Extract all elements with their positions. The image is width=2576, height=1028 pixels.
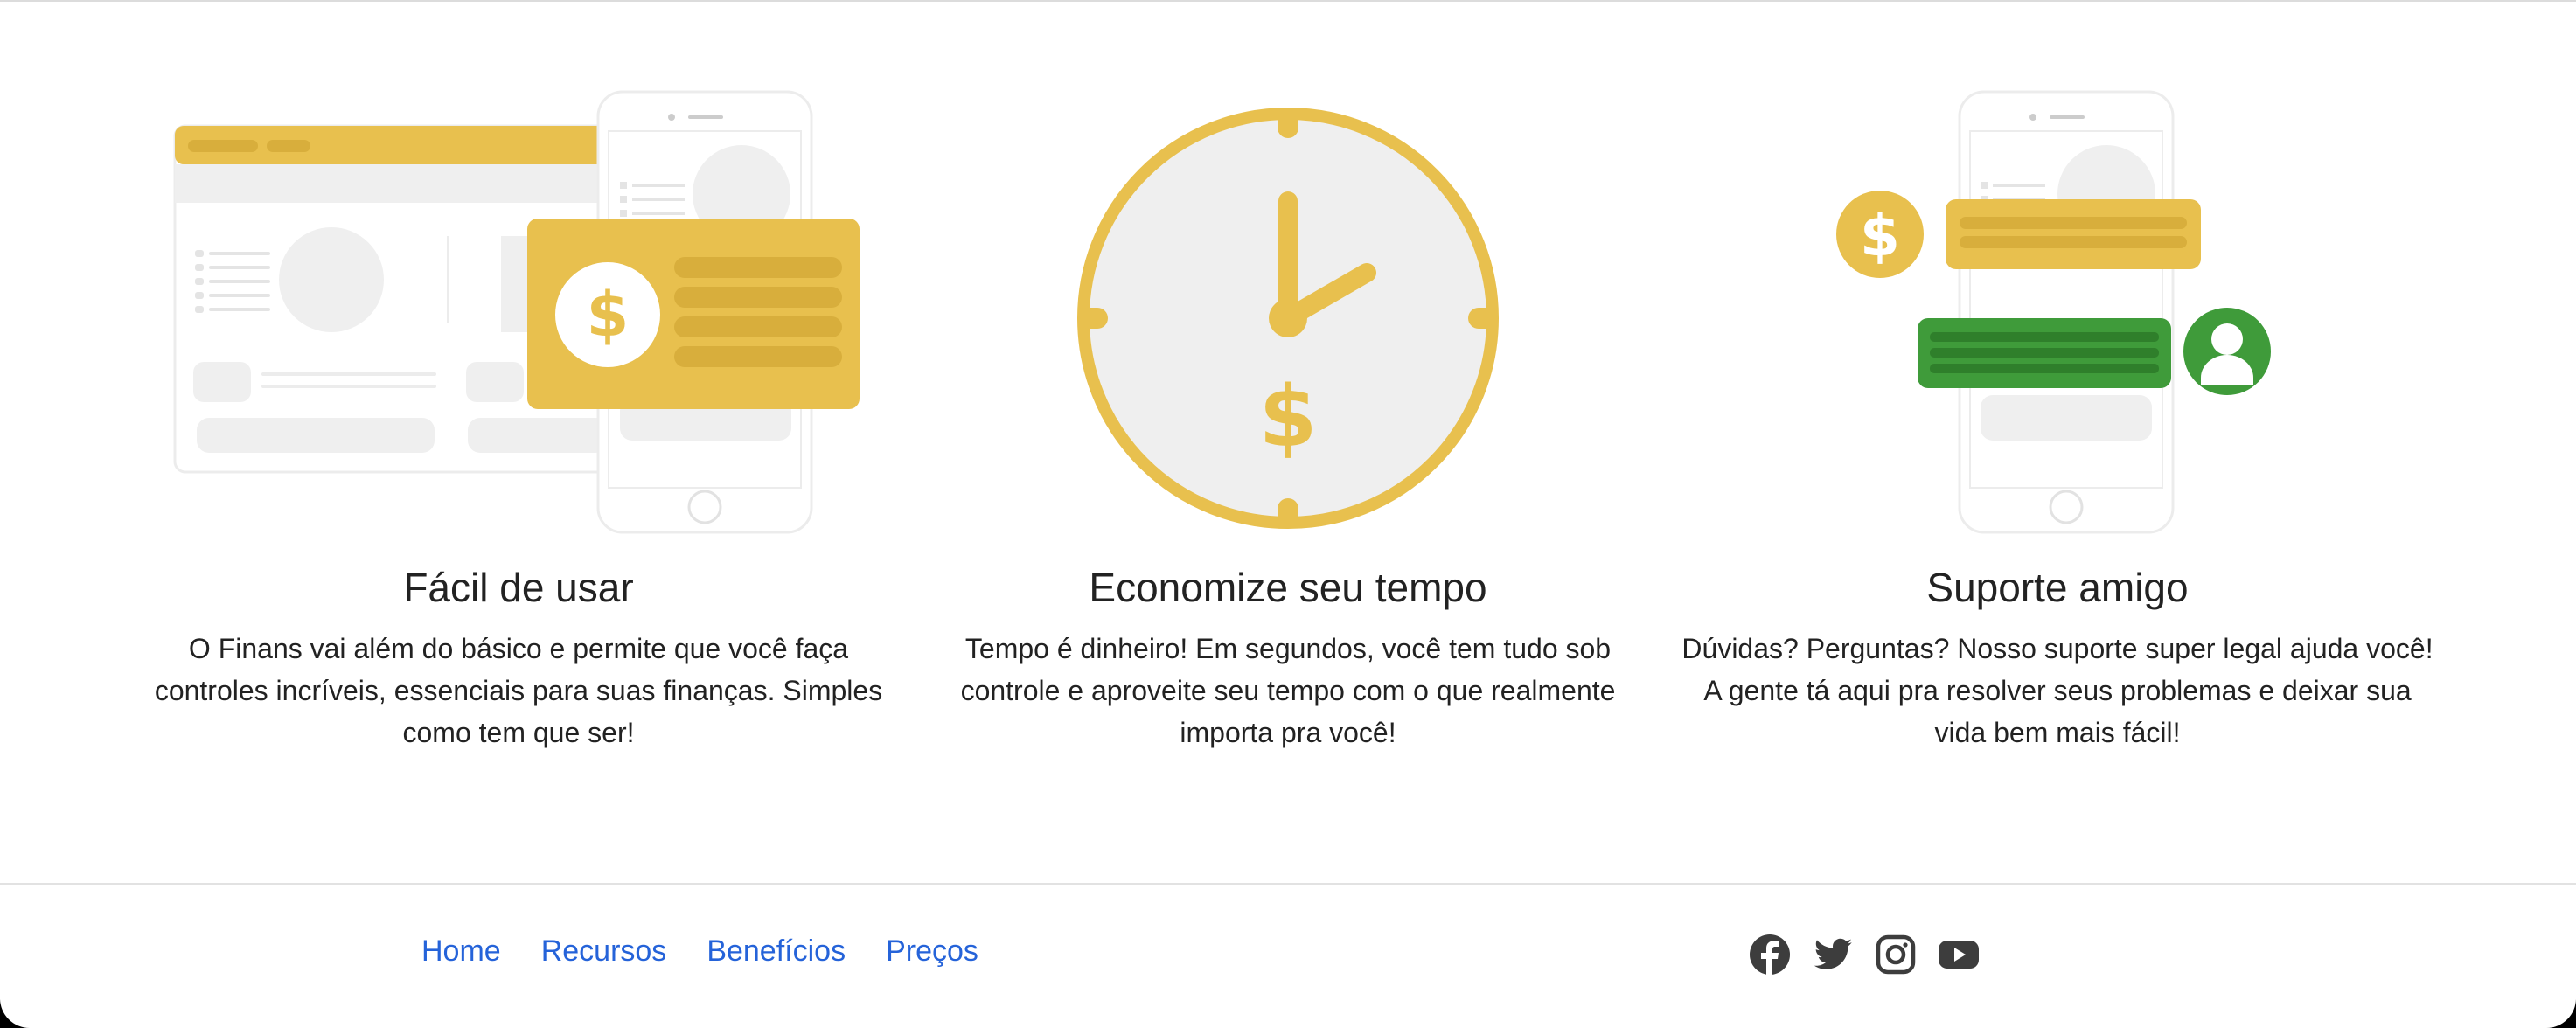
feature-save-time: $ Economize seu tempo Tempo é dinheiro! … bbox=[895, 70, 1681, 754]
footer-link-home[interactable]: Home bbox=[421, 932, 501, 970]
feature-description: Tempo é dinheiro! Em segundos, você tem … bbox=[960, 633, 1616, 748]
feature-description: O Finans vai além do básico e permite qu… bbox=[154, 633, 883, 748]
instagram-icon[interactable] bbox=[1875, 934, 1917, 976]
feature-title: Suporte amigo bbox=[1926, 565, 2189, 610]
social-links bbox=[1749, 934, 1980, 976]
feature-easy-to-use: $ Fácil de usar O Finans vai além do bás… bbox=[125, 70, 912, 754]
youtube-icon[interactable] bbox=[1938, 934, 1980, 976]
twitter-icon[interactable] bbox=[1812, 934, 1854, 976]
window-corner bbox=[2545, 997, 2576, 1028]
window-corner bbox=[0, 997, 31, 1028]
svg-text:$: $ bbox=[1259, 368, 1318, 466]
feature-title: Fácil de usar bbox=[403, 565, 634, 610]
clock-dollar-illustration: $ bbox=[895, 70, 1681, 559]
feature-friendly-support: $ Suporte amigo Dúvidas? Perguntas? Noss… bbox=[1664, 70, 2451, 754]
facebook-icon[interactable] bbox=[1749, 934, 1791, 976]
clock-svg: $ bbox=[1077, 108, 1499, 529]
feature-title: Economize seu tempo bbox=[1089, 565, 1487, 610]
chat-support-illustration: $ bbox=[1664, 70, 2451, 559]
svg-text:$: $ bbox=[1860, 202, 1900, 269]
feature-description: Dúvidas? Perguntas? Nosso suporte super … bbox=[1681, 633, 2433, 748]
footer-link-recursos[interactable]: Recursos bbox=[541, 932, 667, 970]
svg-text:$: $ bbox=[587, 279, 630, 351]
footer-nav: Home Recursos Benefícios Preços bbox=[421, 932, 978, 970]
dashboard-phone-illustration: $ bbox=[125, 70, 912, 559]
page: $ Fácil de usar O Finans vai além do bás… bbox=[0, 0, 2576, 1028]
top-divider bbox=[0, 0, 2576, 2]
chat-svg: $ bbox=[1836, 90, 2271, 534]
footer-link-beneficios[interactable]: Benefícios bbox=[707, 932, 846, 970]
dashboard-phone-svg: $ bbox=[173, 90, 860, 534]
footer-divider bbox=[0, 883, 2576, 885]
footer-link-precos[interactable]: Preços bbox=[886, 932, 978, 970]
